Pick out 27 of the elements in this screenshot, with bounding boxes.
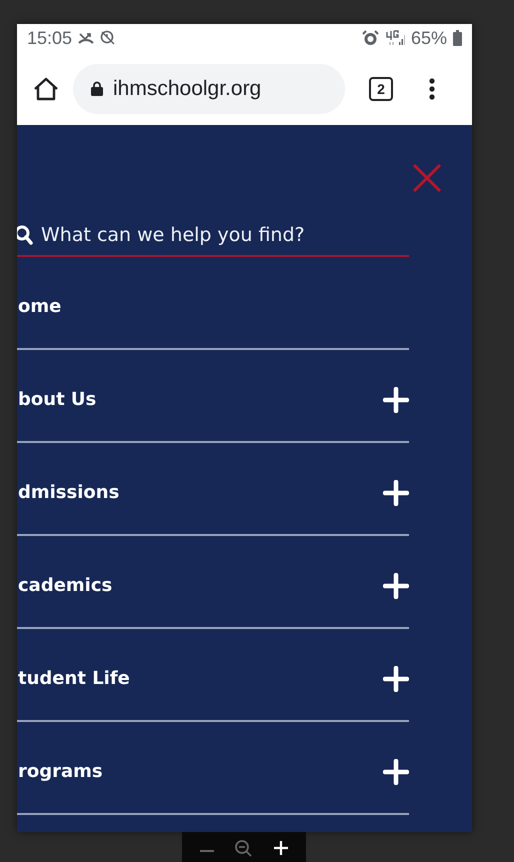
plus-icon[interactable] bbox=[383, 758, 409, 784]
menu-item[interactable]: tudent Life bbox=[18, 668, 130, 689]
lock-icon bbox=[91, 81, 103, 96]
clock-icon bbox=[100, 30, 116, 46]
search-field[interactable]: What can we help you find? bbox=[41, 224, 409, 246]
battery-percent: 65% bbox=[410, 28, 447, 48]
plus-icon[interactable] bbox=[383, 666, 409, 692]
missed-call-icon bbox=[78, 31, 94, 45]
network-icon bbox=[384, 30, 405, 46]
status-time: 15:05 bbox=[27, 28, 72, 48]
zoom-reset-icon[interactable] bbox=[234, 837, 254, 857]
menu-item[interactable]: dmissions bbox=[18, 482, 120, 503]
tab-count-button[interactable]: 2 bbox=[369, 76, 393, 100]
alarm-icon bbox=[362, 30, 379, 46]
plus-icon[interactable] bbox=[383, 480, 409, 506]
plus-icon[interactable] bbox=[383, 386, 409, 412]
more-options-icon[interactable] bbox=[429, 78, 435, 100]
zoom-in-icon[interactable] bbox=[272, 839, 289, 855]
menu-item[interactable]: cademics bbox=[18, 575, 112, 596]
battery-icon bbox=[453, 30, 462, 46]
menu-item[interactable]: rograms bbox=[18, 761, 103, 782]
menu-item[interactable]: bout Us bbox=[18, 389, 96, 410]
home-icon[interactable] bbox=[33, 76, 59, 100]
search-icon bbox=[17, 224, 33, 246]
address-bar[interactable]: ihmschoolgr.org bbox=[73, 64, 345, 114]
plus-icon[interactable] bbox=[383, 572, 409, 598]
menu-item[interactable]: ome bbox=[18, 296, 62, 317]
